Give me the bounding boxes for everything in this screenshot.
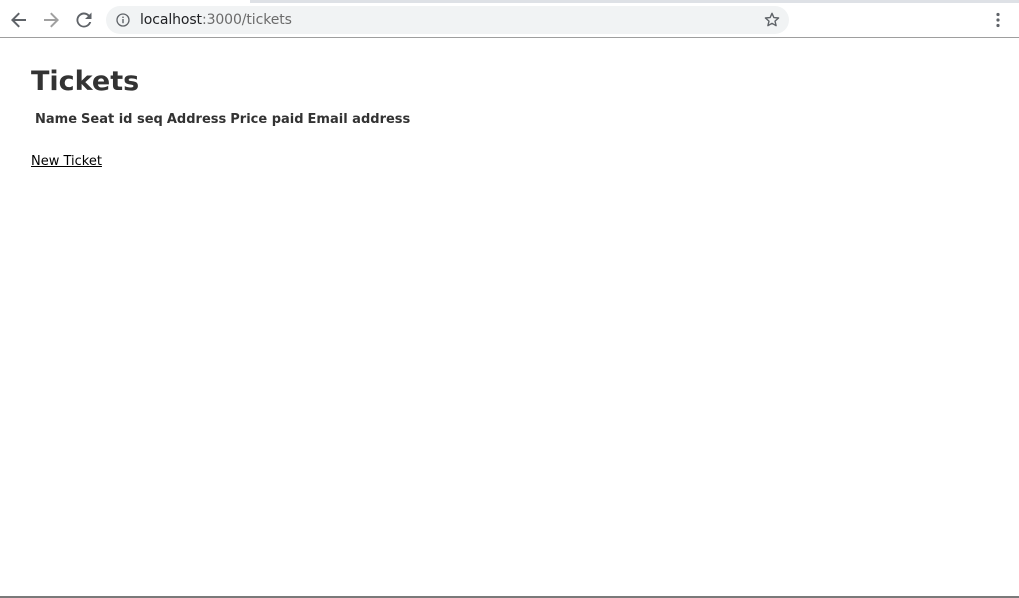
column-header-name: Name [35, 112, 78, 127]
page-title: Tickets [31, 66, 140, 97]
browser-toolbar: localhost:3000/tickets [0, 0, 1019, 38]
star-icon[interactable] [764, 12, 780, 28]
page-content: Tickets Name Seat id seq Address Price p… [0, 39, 1019, 596]
address-bar[interactable]: localhost:3000/tickets [106, 6, 789, 34]
new-ticket-link[interactable]: New Ticket [31, 154, 102, 169]
column-header-seat-id-seq: Seat id seq [81, 112, 163, 127]
kebab-menu-icon [996, 12, 1000, 28]
reload-icon [76, 12, 92, 28]
back-button[interactable] [6, 7, 32, 33]
column-header-address: Address [166, 112, 227, 127]
column-header-email-address: Email address [307, 112, 411, 127]
arrow-right-icon [44, 12, 59, 28]
url-path: :3000/tickets [201, 12, 292, 28]
tickets-table: Name Seat id seq Address Price paid Emai… [32, 109, 413, 130]
tab-strip-edge [250, 0, 1019, 3]
url-text[interactable]: localhost:3000/tickets [140, 6, 292, 34]
forward-button[interactable] [38, 7, 64, 33]
browser-menu-button[interactable] [988, 9, 1008, 31]
arrow-left-icon [11, 12, 26, 28]
reload-button[interactable] [71, 7, 97, 33]
url-host: localhost [140, 12, 202, 28]
table-header-row: Name Seat id seq Address Price paid Emai… [34, 111, 411, 128]
column-header-price-paid: Price paid [230, 112, 304, 127]
info-icon[interactable] [116, 13, 130, 27]
